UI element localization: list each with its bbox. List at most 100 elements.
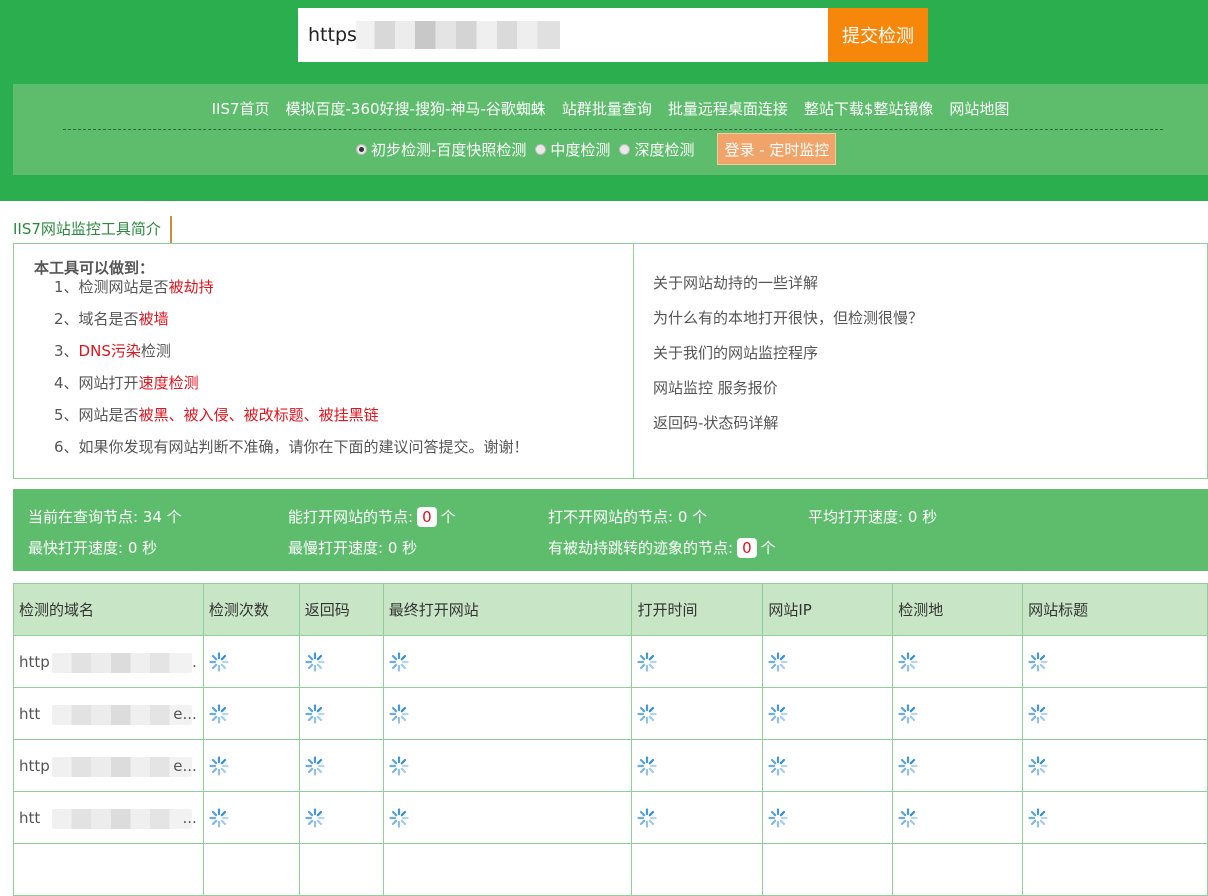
feature-item: 1、检测网站是否被劫持 bbox=[54, 278, 214, 296]
link-status-codes[interactable]: 返回码-状态码详解 bbox=[653, 411, 923, 446]
loading-cell bbox=[1022, 635, 1208, 688]
loading-cell bbox=[1022, 739, 1208, 792]
loading-cell bbox=[298, 843, 384, 896]
loading-cell bbox=[382, 791, 633, 844]
nav-link-spider-sim[interactable]: 模拟百度-360好搜-搜狗-神马-谷歌蜘蛛 bbox=[286, 98, 546, 119]
stats-panel: 当前在查询节点: 34 个 能打开网站的节点: 0 个 打不开网站的节点: 0 个 … bbox=[13, 489, 1208, 571]
stat-querying: 当前在查询节点: 34 个 bbox=[28, 508, 182, 526]
nav-link-home[interactable]: IIS7首页 bbox=[212, 98, 270, 119]
mode-deep-label: 深度检测 bbox=[634, 140, 695, 159]
loading-spinner-icon bbox=[768, 807, 788, 828]
loading-spinner-icon bbox=[1028, 651, 1048, 672]
domain-cell[interactable]: http. bbox=[13, 635, 204, 688]
domain-cell[interactable] bbox=[13, 843, 204, 896]
loading-spinner-icon bbox=[209, 703, 229, 724]
loading-spinner-icon bbox=[305, 703, 325, 724]
loading-spinner-icon bbox=[768, 703, 788, 724]
link-pricing[interactable]: 网站监控 服务报价 bbox=[653, 376, 923, 411]
loading-spinner-icon bbox=[209, 755, 229, 776]
loading-cell bbox=[892, 843, 1024, 896]
radio-icon[interactable] bbox=[619, 143, 631, 155]
domain-cell[interactable]: htt... bbox=[13, 791, 204, 844]
loading-cell bbox=[762, 739, 894, 792]
intro-tab[interactable]: IIS7网站监控工具简介 bbox=[13, 216, 172, 243]
col-location: 检测地 bbox=[892, 583, 1024, 636]
loading-spinner-icon bbox=[637, 651, 658, 672]
loading-cell bbox=[892, 635, 1024, 688]
col-final-site: 最终打开网站 bbox=[382, 583, 633, 636]
mode-basic[interactable]: 初步检测-百度快照检测 bbox=[356, 139, 526, 160]
loading-spinner-icon bbox=[768, 651, 788, 672]
domain-tail: ... bbox=[182, 809, 197, 827]
loading-spinner-icon bbox=[305, 651, 325, 672]
stat-hijack: 有被劫持跳转的迹象的节点: 0 个 bbox=[548, 537, 776, 558]
col-check-count: 检测次数 bbox=[202, 583, 300, 636]
nav-divider bbox=[63, 129, 1163, 130]
feature-item: 4、网站打开速度检测 bbox=[54, 374, 199, 392]
domain-prefix: htt bbox=[19, 808, 41, 827]
col-site-title: 网站标题 bbox=[1022, 583, 1208, 636]
login-monitor-button[interactable]: 登录 - 定时监控 bbox=[717, 133, 837, 165]
domain-tail: . bbox=[192, 653, 197, 671]
loading-cell bbox=[202, 791, 300, 844]
nav-links: IIS7首页 模拟百度-360好搜-搜狗-神马-谷歌蜘蛛 站群批量查询 批量远程… bbox=[13, 98, 1208, 119]
loading-cell bbox=[1022, 791, 1208, 844]
loading-cell bbox=[382, 635, 633, 688]
loading-cell bbox=[631, 635, 764, 688]
intro-features: 本工具可以做到： 1、检测网站是否被劫持 2、域名是否被墙 3、DNS污染检测 … bbox=[14, 244, 634, 478]
loading-spinner-icon bbox=[209, 807, 229, 828]
col-domain: 检测的域名 bbox=[13, 583, 204, 636]
link-hijack-details[interactable]: 关于网站劫持的一些详解 bbox=[653, 271, 923, 306]
loading-cell bbox=[202, 687, 300, 740]
loading-spinner-icon bbox=[1028, 703, 1048, 724]
table-row: htt... bbox=[13, 791, 1208, 844]
loading-cell bbox=[298, 739, 384, 792]
loading-cell bbox=[762, 843, 894, 896]
loading-spinner-icon bbox=[768, 755, 788, 776]
loading-cell bbox=[631, 843, 764, 896]
domain-prefix: htt bbox=[19, 704, 41, 723]
loading-spinner-icon bbox=[637, 755, 658, 776]
stat-avg-speed: 平均打开速度: 0 秒 bbox=[808, 508, 938, 526]
loading-spinner-icon bbox=[389, 755, 409, 776]
nav-link-batch-query[interactable]: 站群批量查询 bbox=[562, 98, 652, 119]
search-bar: 提交检测 bbox=[298, 8, 928, 62]
stat-can-open: 能打开网站的节点: 0 个 bbox=[288, 506, 456, 527]
table-row: http. bbox=[13, 635, 1208, 688]
nav-link-site-download[interactable]: 整站下载$整站镜像 bbox=[804, 98, 934, 119]
loading-cell bbox=[631, 687, 764, 740]
loading-cell bbox=[631, 791, 764, 844]
table-row: http e... bbox=[13, 739, 1208, 792]
radio-checked-icon[interactable] bbox=[356, 143, 367, 155]
feature-list: 1、检测网站是否被劫持 2、域名是否被墙 3、DNS污染检测 4、网站打开速度检… bbox=[54, 276, 529, 468]
loading-cell bbox=[202, 635, 300, 688]
domain-cell[interactable]: htt e... bbox=[13, 687, 204, 740]
loading-spinner-icon bbox=[898, 651, 918, 672]
loading-cell bbox=[762, 635, 894, 688]
nav-panel: IIS7首页 模拟百度-360好搜-搜狗-神马-谷歌蜘蛛 站群批量查询 批量远程… bbox=[13, 84, 1208, 175]
feature-item: 5、网站是否被黑、被入侵、被改标题、被挂黑链 bbox=[54, 406, 379, 424]
submit-check-button[interactable]: 提交检测 bbox=[828, 8, 928, 62]
loading-cell bbox=[298, 791, 384, 844]
col-site-ip: 网站IP bbox=[762, 583, 894, 636]
loading-spinner-icon bbox=[1028, 807, 1048, 828]
loading-cell bbox=[382, 739, 633, 792]
hijack-count-badge: 0 bbox=[737, 537, 757, 558]
mode-deep[interactable]: 深度检测 bbox=[619, 139, 694, 160]
loading-cell bbox=[382, 687, 633, 740]
col-open-time: 打开时间 bbox=[631, 583, 764, 636]
loading-spinner-icon bbox=[1028, 755, 1048, 776]
link-about-monitor[interactable]: 关于我们的网站监控程序 bbox=[653, 341, 923, 376]
redacted-domain bbox=[52, 757, 192, 777]
loading-spinner-icon bbox=[305, 807, 325, 828]
table-row bbox=[13, 843, 1208, 896]
nav-link-sitemap[interactable]: 网站地图 bbox=[949, 98, 1009, 119]
nav-link-remote-desktop[interactable]: 批量远程桌面连接 bbox=[668, 98, 788, 119]
domain-cell[interactable]: http e... bbox=[13, 739, 204, 792]
mode-basic-label: 初步检测-百度快照检测 bbox=[371, 140, 527, 159]
link-slow-check-faq[interactable]: 为什么有的本地打开很快，但检测很慢？ bbox=[653, 306, 923, 341]
loading-spinner-icon bbox=[898, 807, 918, 828]
check-mode-group: 初步检测-百度快照检测 中度检测 深度检测 登录 - 定时监控 bbox=[356, 133, 837, 165]
radio-icon[interactable] bbox=[535, 143, 547, 155]
mode-medium[interactable]: 中度检测 bbox=[535, 139, 610, 160]
